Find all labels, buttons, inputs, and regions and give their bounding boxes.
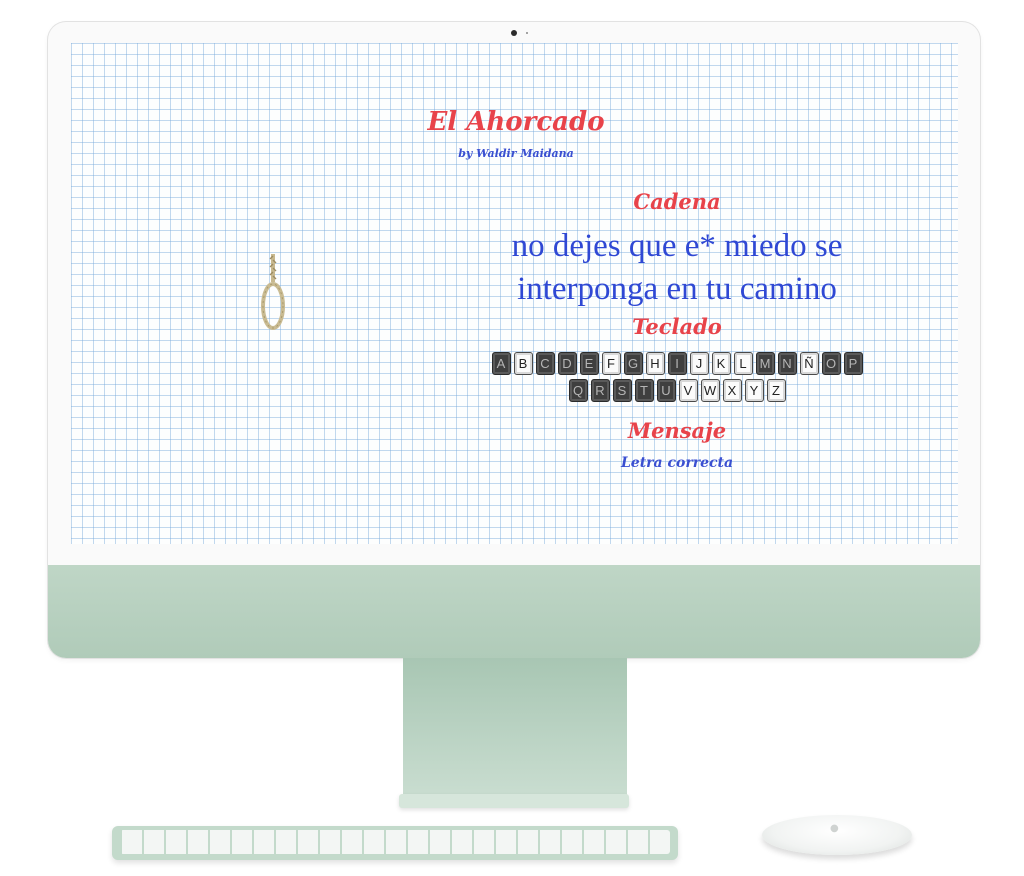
teclado-heading: Teclado [632, 314, 722, 339]
camera-icon [511, 30, 517, 36]
letter-key[interactable]: X [722, 379, 742, 402]
apple-logo-icon: ● [830, 823, 839, 834]
letter-key[interactable]: L [733, 352, 753, 375]
letter-key[interactable]: Y [744, 379, 764, 402]
keyboard-row-2: QRSTUVWXYZ [471, 379, 883, 402]
letter-key[interactable]: W [700, 379, 720, 402]
app-screen: El Ahorcado by Waldir Maidana Cadena no … [71, 43, 958, 544]
hardware-keyboard-keys [120, 830, 670, 854]
letter-key[interactable]: S [612, 379, 632, 402]
letter-key[interactable]: N [777, 352, 797, 375]
letter-key[interactable]: U [656, 379, 676, 402]
app-byline: by Waldir Maidana [458, 147, 574, 160]
hardware-mouse: ● [762, 815, 912, 855]
letter-key[interactable]: T [634, 379, 654, 402]
mensaje-heading: Mensaje [627, 418, 727, 443]
letter-key[interactable]: I [667, 352, 687, 375]
phrase-line-1: no dejes que e* miedo se [511, 228, 843, 264]
letter-key[interactable]: R [590, 379, 610, 402]
letter-key[interactable]: J [689, 352, 709, 375]
monitor-frame: El Ahorcado by Waldir Maidana Cadena no … [48, 22, 980, 658]
letter-key[interactable]: M [755, 352, 775, 375]
letter-key[interactable]: C [535, 352, 555, 375]
monitor-stand-base [399, 794, 629, 808]
letter-key[interactable]: F [601, 352, 621, 375]
camera-sensor [526, 32, 528, 34]
phrase-line-2: interponga en tu camino [517, 271, 837, 307]
letter-key[interactable]: P [843, 352, 863, 375]
letter-key[interactable]: G [623, 352, 643, 375]
monitor-stand [403, 658, 627, 796]
app-title: El Ahorcado [427, 107, 605, 137]
cadena-heading: Cadena [633, 189, 721, 214]
status-message: Letra correcta [620, 455, 734, 471]
letter-key[interactable]: O [821, 352, 841, 375]
hidden-phrase: no dejes que e* miedo se interponga en t… [479, 225, 875, 311]
letter-key[interactable]: H [645, 352, 665, 375]
letter-key[interactable]: Ñ [799, 352, 819, 375]
letter-key[interactable]: B [513, 352, 533, 375]
monitor-chin [48, 565, 980, 658]
noose-icon [261, 254, 285, 330]
letter-key[interactable]: Z [766, 379, 786, 402]
letter-key[interactable]: E [579, 352, 599, 375]
letter-keyboard: ABCDEFGHIJKLMNÑOP QRSTUVWXYZ [471, 352, 883, 406]
keyboard-row-1: ABCDEFGHIJKLMNÑOP [471, 352, 883, 375]
hardware-keyboard [112, 826, 678, 860]
letter-key[interactable]: Q [568, 379, 588, 402]
letter-key[interactable]: K [711, 352, 731, 375]
letter-key[interactable]: A [491, 352, 511, 375]
letter-key[interactable]: D [557, 352, 577, 375]
letter-key[interactable]: V [678, 379, 698, 402]
